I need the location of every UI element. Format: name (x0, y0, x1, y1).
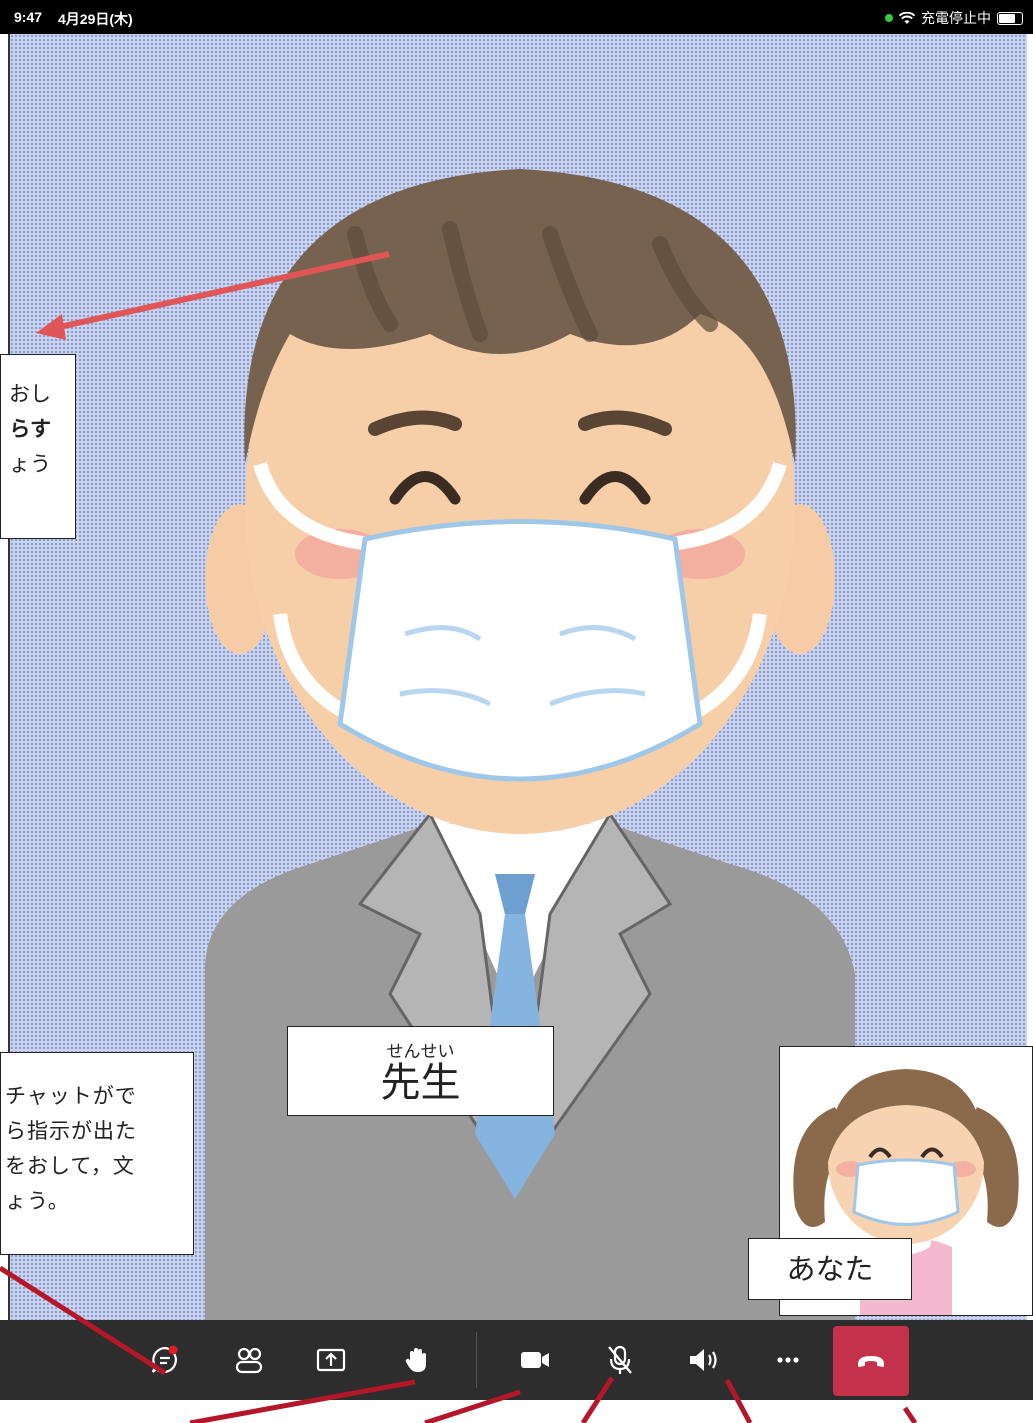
chat-icon (151, 1345, 178, 1374)
share-screen-button[interactable] (303, 1320, 359, 1400)
toolbar-divider (476, 1332, 477, 1388)
bottom-strip (0, 1400, 1033, 1423)
camera-icon (521, 1352, 549, 1368)
callout-bottom-line-1: チャットがで (5, 1084, 137, 1108)
speaker-button[interactable] (676, 1320, 732, 1400)
mic-off-icon (608, 1345, 632, 1374)
hang-up-button[interactable] (833, 1326, 909, 1396)
wifi-icon (899, 11, 915, 24)
raise-hand-icon (405, 1348, 426, 1372)
hang-up-icon (858, 1356, 884, 1367)
teacher-name-ruby: せんせい (386, 1042, 455, 1062)
self-name-label: あなた (748, 1238, 912, 1300)
status-right: 充電停止中 (885, 8, 1023, 28)
callout-top-line-2: らす (9, 417, 51, 441)
participants-button[interactable] (221, 1320, 277, 1400)
meeting-toolbar (0, 1320, 1033, 1400)
microphone-button[interactable] (592, 1320, 648, 1400)
more-options-button[interactable] (760, 1320, 816, 1400)
callout-bottom-line-4: ょう。 (5, 1189, 70, 1213)
status-date: 4月29日(木) (58, 11, 133, 27)
callout-top-line-3: ょう (9, 452, 51, 476)
participants-icon (235, 1347, 263, 1374)
callout-bottom-line-3: をおして，文 (5, 1154, 135, 1178)
callout-top-line-1: おし (9, 382, 51, 406)
teacher-name-label: せんせい 先生 (287, 1026, 554, 1116)
callout-bottom-line-2: ら指示が出た (5, 1119, 137, 1143)
share-screen-icon (316, 1348, 346, 1372)
charging-status: 充電停止中 (921, 10, 991, 26)
raise-hand-button[interactable] (388, 1320, 444, 1400)
instruction-callout-top: おし らす ょう (0, 354, 76, 539)
teacher-name: 先生 (380, 1060, 461, 1106)
status-bar: 9:47 4月29日(木) 充電停止中 (0, 0, 1033, 34)
speaker-icon (690, 1349, 717, 1371)
more-icon (777, 1357, 799, 1363)
notification-badge (168, 1345, 178, 1355)
battery-icon (997, 11, 1023, 25)
chat-button[interactable] (137, 1320, 193, 1400)
camera-button[interactable] (507, 1320, 563, 1400)
instruction-callout-bottom: チャットがで ら指示が出た をおして，文 ょう。 (0, 1052, 194, 1255)
status-time: 9:47 (14, 9, 43, 25)
active-indicator-icon (885, 14, 893, 22)
